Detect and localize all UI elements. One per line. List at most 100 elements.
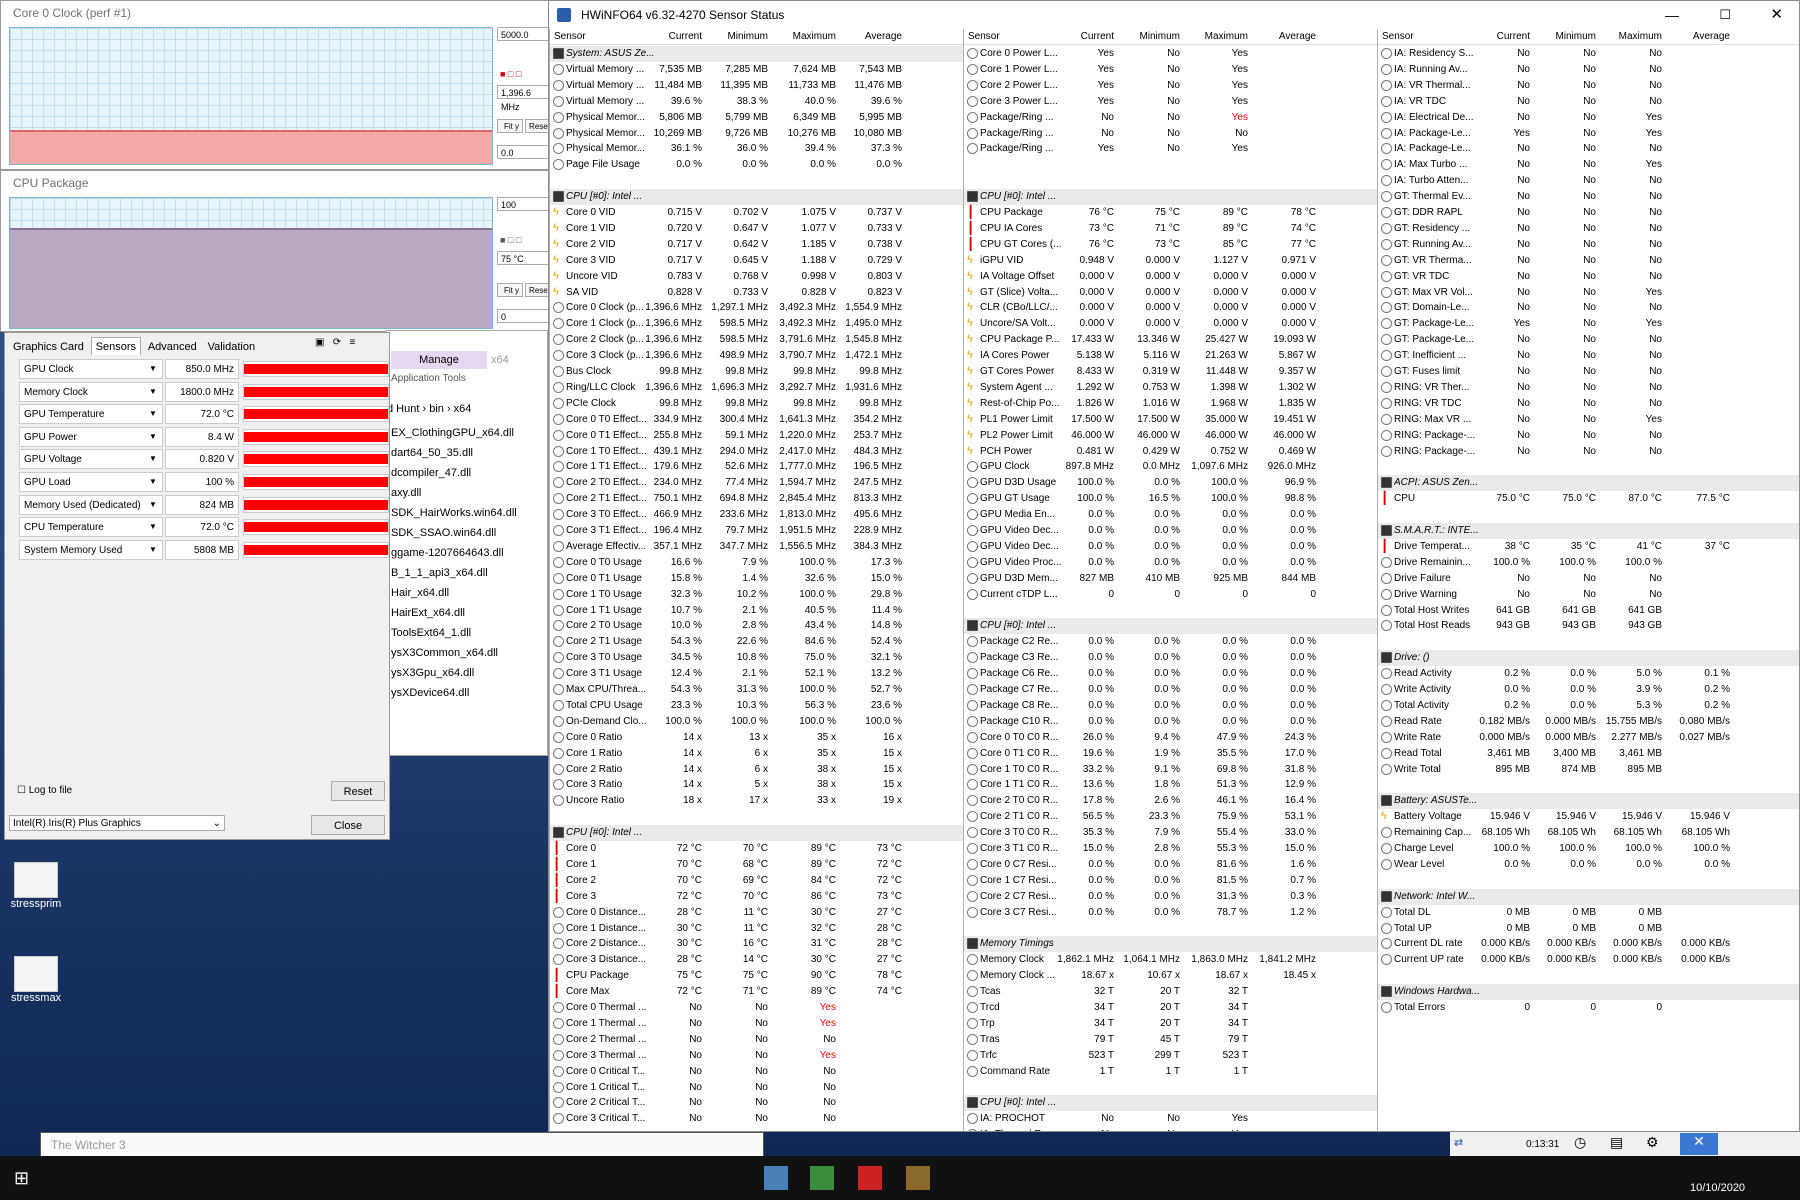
sensor-row[interactable]: ϟ CPU Package P... 17.433 W 13.346 W 25.427 … — [964, 332, 1377, 348]
manage-tab[interactable]: Manage — [391, 351, 487, 369]
sensor-column-2[interactable]: Sensor Current Minimum Maximum Average Core 0… — [963, 29, 1377, 1131]
sensor-group-header[interactable]: S.M.A.R.T.: INTE... — [1378, 523, 1799, 539]
gpuz-taskbar-icon[interactable] — [810, 1166, 834, 1190]
sensor-row[interactable]: Core 3 Distance... 28 °C 14 °C 30 °C 27 °C — [550, 952, 963, 968]
sensor-group-header[interactable]: Memory Timings — [964, 936, 1377, 953]
file-item[interactable]: SDK_SSAO.win64.dll — [391, 523, 496, 543]
sensor-row[interactable]: Core 1 T0 Usage 32.3 % 10.2 % 100.0 % 29.8 % — [550, 587, 963, 603]
file-item[interactable]: ysX3Gpu_x64.dll — [391, 663, 474, 683]
desktop-icon-stressprim[interactable]: stressprim — [10, 862, 62, 910]
graph-color-box[interactable]: ■ □ □ — [497, 233, 521, 247]
sensor-row[interactable]: Core 0 Clock (p... 1,396.6 MHz 1,297.1 MHz… — [550, 300, 963, 316]
sensor-row[interactable]: Core 2 Clock (p... 1,396.6 MHz 598.5 MHz 3,… — [550, 332, 963, 348]
sensor-row[interactable]: IA: Package-Le... No No No — [1378, 141, 1799, 157]
sensor-row[interactable]: Bus Clock 99.8 MHz 99.8 MHz 99.8 MHz 99.8 MH… — [550, 364, 963, 380]
sensor-row[interactable]: ┃ CPU GT Cores (... 76 °C 73 °C 85 °C 77 °C — [964, 237, 1377, 253]
file-item[interactable]: B_1_1_api3_x64.dll — [391, 563, 488, 583]
sensor-row[interactable]: Trfc 523 T 299 T 523 T — [964, 1048, 1377, 1064]
sensor-row[interactable]: Current DL rate 0.000 KB/s 0.000 KB/s 0.000… — [1378, 936, 1799, 952]
sensor-row[interactable]: ϟ iGPU VID 0.948 V 0.000 V 1.127 V 0.971 V — [964, 253, 1377, 269]
sensor-row[interactable]: Core 2 T1 Usage 54.3 % 22.6 % 84.6 % 52.4 % — [550, 634, 963, 650]
chevron-down-icon[interactable]: ▼ — [145, 472, 161, 492]
sensor-row[interactable]: Core 1 T1 Usage 10.7 % 2.1 % 40.5 % 11.4 % — [550, 603, 963, 619]
sensor-row[interactable]: Tcas 32 T 20 T 32 T — [964, 984, 1377, 1000]
gpu-toolbar-icons[interactable]: ▣ ⟳ ≡ — [315, 337, 355, 348]
sensor-row[interactable]: RING: Package-... No No No — [1378, 444, 1799, 460]
sensor-row[interactable]: Core 3 T0 Usage 34.5 % 10.8 % 75.0 % 32.1 % — [550, 650, 963, 666]
sensor-row[interactable]: Core 3 Clock (p... 1,396.6 MHz 498.9 MHz 3,… — [550, 348, 963, 364]
sensor-group-header[interactable]: System: ASUS Ze... — [550, 46, 963, 62]
sensor-row[interactable]: ┃ CPU Package 75 °C 75 °C 90 °C 78 °C — [550, 968, 963, 984]
header-sensor[interactable]: Sensor — [1382, 31, 1414, 42]
sensor-column-3[interactable]: Sensor Current Minimum Maximum Average IA: Re… — [1377, 29, 1799, 1131]
windows-start-icon[interactable]: ⊞ — [14, 1168, 29, 1189]
gpu-sensor-label[interactable]: GPU Power — [19, 426, 163, 447]
sensor-row[interactable]: ϟ IA Cores Power 5.138 W 5.116 W 21.263 W 5.8… — [964, 348, 1377, 364]
sensor-row[interactable]: On-Demand Clo... 100.0 % 100.0 % 100.0 % 100… — [550, 714, 963, 730]
column-header[interactable]: Sensor Current Minimum Maximum Average — [964, 29, 1377, 45]
sensor-row[interactable]: Core 0 T0 Effect... 334.9 MHz 300.4 MHz 1,6… — [550, 412, 963, 428]
sensor-group-header[interactable]: CPU [#0]: Intel ... — [964, 618, 1377, 635]
sensor-row[interactable]: Package C2 Re... 0.0 % 0.0 % 0.0 % 0.0 % — [964, 634, 1377, 650]
header-average[interactable]: Average — [846, 31, 902, 42]
sensor-row[interactable]: Core 2 Thermal ... No No No — [550, 1032, 963, 1048]
minimize-icon[interactable]: — — [1665, 1, 1679, 29]
header-maximum[interactable]: Maximum — [1606, 31, 1662, 42]
sensor-row[interactable]: Core 1 T0 C0 R... 33.2 % 9.1 % 69.8 % 31.8 % — [964, 762, 1377, 778]
sensor-row[interactable]: ϟ Core 3 VID 0.717 V 0.645 V 1.188 V 0.729 V — [550, 253, 963, 269]
file-item[interactable]: SDK_HairWorks.win64.dll — [391, 503, 517, 523]
file-item[interactable]: ToolsExt64_1.dll — [391, 623, 471, 643]
chevron-down-icon[interactable]: ▼ — [145, 359, 161, 379]
sensor-row[interactable]: Write Total 895 MB 874 MB 895 MB — [1378, 762, 1799, 778]
sensor-row[interactable]: Package/Ring ... No No No — [964, 126, 1377, 142]
sensor-row[interactable]: Core 2 Critical T... No No No — [550, 1095, 963, 1111]
sensor-group-header[interactable]: Windows Hardwa... — [1378, 984, 1799, 1001]
sensor-row[interactable]: GT: VR TDC No No No — [1378, 269, 1799, 285]
chevron-down-icon[interactable]: ▼ — [145, 449, 161, 469]
file-item[interactable]: Hair_x64.dll — [391, 583, 449, 603]
sensor-row[interactable]: IA: Thermal Ev...NoNoYes — [964, 1127, 1377, 1131]
sensor-row[interactable]: Ring/LLC Clock 1,396.6 MHz 1,696.3 MHz 3,29… — [550, 380, 963, 396]
sensor-row[interactable]: GPU Media En... 0.0 % 0.0 % 0.0 % 0.0 % — [964, 507, 1377, 523]
sensor-row[interactable]: RING: Package-... No No No — [1378, 428, 1799, 444]
sensor-row[interactable]: ϟ PL2 Power Limit 46.000 W 46.000 W 46.000 W… — [964, 428, 1377, 444]
sensor-row[interactable]: Core 1 C7 Resi... 0.0 % 0.0 % 81.5 % 0.7 % — [964, 873, 1377, 889]
chevron-down-icon[interactable]: ▼ — [145, 540, 161, 560]
sensor-row[interactable]: Core 1 Distance... 30 °C 11 °C 32 °C 28 °C — [550, 921, 963, 937]
sensor-row[interactable]: ┃ Drive Temperat... 38 °C 35 °C 41 °C 37 °C — [1378, 539, 1799, 555]
sensor-row[interactable]: Core 0 T1 C0 R... 19.6 % 1.9 % 35.5 % 17.0 % — [964, 746, 1377, 762]
sensor-row[interactable]: GT: Max VR Vol... No No Yes — [1378, 285, 1799, 301]
sensor-row[interactable]: Core 1 Ratio 14 x6 x 35 x 15 x — [550, 746, 963, 762]
column-header[interactable]: Sensor Current Minimum Maximum Average — [550, 29, 963, 45]
sensor-row[interactable]: Total CPU Usage 23.3 % 10.3 % 56.3 % 23.6 % — [550, 698, 963, 714]
sensor-row[interactable]: GPU Video Dec... 0.0 % 0.0 % 0.0 % 0.0 % — [964, 539, 1377, 555]
sensor-row[interactable]: PCIe Clock 99.8 MHz 99.8 MHz 99.8 MHz 99.8 M… — [550, 396, 963, 412]
sensor-row[interactable]: Core 0 Thermal ... No No Yes — [550, 1000, 963, 1016]
sensor-row[interactable]: GT: Fuses limit No No No — [1378, 364, 1799, 380]
sensor-row[interactable]: ϟ Uncore VID 0.783 V 0.768 V 0.998 V 0.803 V — [550, 269, 963, 285]
tab-advanced[interactable]: Advanced — [144, 338, 201, 356]
sensor-row[interactable]: Total Host Reads 943 GB 943 GB 943 GB — [1378, 618, 1799, 634]
sensor-row[interactable]: GT: Package-Le... Yes No Yes — [1378, 316, 1799, 332]
sensor-row[interactable]: IA: VR Thermal... No No No — [1378, 78, 1799, 94]
sensor-row[interactable]: Core 3 Power L... Yes No Yes — [964, 94, 1377, 110]
sensor-row[interactable]: Read Total 3,461 MB 3,400 MB 3,461 MB — [1378, 746, 1799, 762]
breadcrumb[interactable]: d Hunt › bin › x64 — [387, 403, 471, 415]
desktop-icon-stressmax[interactable]: stressmax — [10, 956, 62, 1004]
sensor-row[interactable]: Trcd 34 T 20 T 34 T — [964, 1000, 1377, 1016]
sensor-row[interactable]: Total Errors 0 0 0 — [1378, 1000, 1799, 1016]
sensor-row[interactable]: Page File Usage 0.0 % 0.0 % 0.0 % 0.0 % — [550, 157, 963, 173]
sensor-row[interactable]: GT: Residency ... No No No — [1378, 221, 1799, 237]
sensor-row[interactable]: ϟ Core 2 VID 0.717 V 0.642 V 1.185 V 0.738 V — [550, 237, 963, 253]
sensor-row[interactable]: Core 3 T1 Usage 12.4 % 2.1 % 52.1 % 13.2 % — [550, 666, 963, 682]
sensor-row[interactable]: Memory Clock ... 18.67 x 10.67 x 18.67 x 18.… — [964, 968, 1377, 984]
sensor-row[interactable]: GPU D3D Mem... 827 MB 410 MB 925 MB 844 MB — [964, 571, 1377, 587]
sensor-row[interactable]: Uncore Ratio 18 x 17 x 33 x 19 x — [550, 793, 963, 809]
sensor-row[interactable]: IA: Turbo Atten... No No No — [1378, 173, 1799, 189]
header-current[interactable]: Current — [646, 31, 702, 42]
header-average[interactable]: Average — [1674, 31, 1730, 42]
sensor-row[interactable]: ┃ CPU Package 76 °C 75 °C 89 °C 78 °C — [964, 205, 1377, 221]
hwinfo-taskbar-icon[interactable] — [764, 1166, 788, 1190]
file-item[interactable]: EX_ClothingGPU_x64.dll — [391, 423, 514, 443]
header-sensor[interactable]: Sensor — [968, 31, 1000, 42]
